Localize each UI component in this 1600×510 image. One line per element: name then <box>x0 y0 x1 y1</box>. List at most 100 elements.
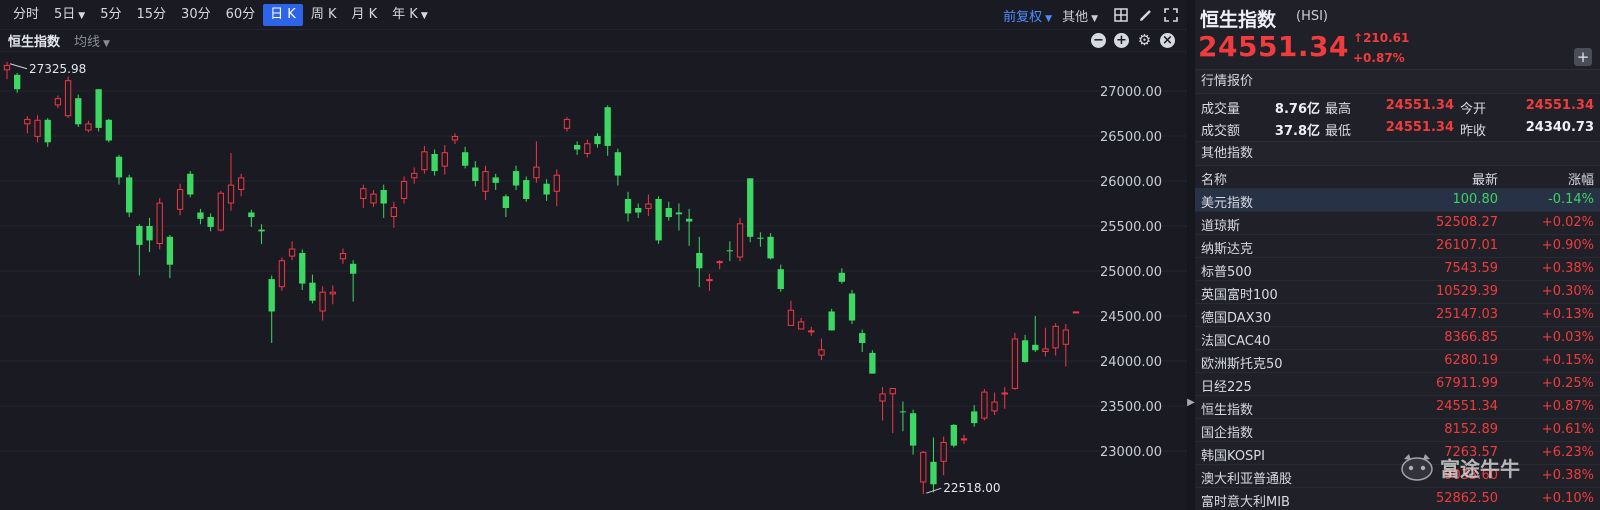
table-row[interactable]: 恒生指数 24551.34 +0.87% <box>1195 396 1600 419</box>
arrow-up-icon: ↑ <box>1353 31 1364 45</box>
candle-body <box>360 188 367 199</box>
index-change-cell: +0.87% <box>1541 399 1594 414</box>
candle-body <box>523 180 530 199</box>
tab-timeframe[interactable]: 5分 <box>93 4 128 26</box>
candle-body <box>665 208 672 217</box>
table-row[interactable]: 澳大利亚普通股 9033.60 +0.38% <box>1195 465 1600 488</box>
table-row[interactable]: 法国CAC40 8366.85 +0.03% <box>1195 327 1600 350</box>
y-tick-label: 26000.00 <box>1100 175 1162 190</box>
volume-value: 8.76亿 <box>1274 102 1320 117</box>
candle-body <box>706 279 713 282</box>
draw-pen-icon[interactable] <box>1137 6 1155 24</box>
candle-body <box>64 80 72 117</box>
index-last-cell: 52862.50 <box>1435 491 1498 506</box>
table-row[interactable]: 英国富时100 10529.39 +0.30% <box>1195 281 1600 304</box>
candle-body <box>543 183 550 195</box>
table-row[interactable]: 纳斯达克 26107.01 +0.90% <box>1195 235 1600 258</box>
tab-timeframe[interactable]: 5日 ▼ <box>47 4 92 26</box>
tab-timeframe[interactable]: 月 K <box>344 4 384 26</box>
tab-timeframe[interactable]: 日 K <box>263 3 303 26</box>
tab-timeframe[interactable]: 15分 <box>130 4 174 26</box>
candle-body <box>736 223 744 258</box>
index-last-cell: 8366.85 <box>1444 330 1498 345</box>
candle-body <box>533 166 540 179</box>
y-tick-label: 24500.00 <box>1100 310 1162 325</box>
adjust-dropdown[interactable]: 前复权 ▼ <box>1003 6 1052 25</box>
chart-pane: 分时 5日 ▼ 5分 15分 30分 60分日 K周 K月 K年 K ▼ 前复权 ▼ 其他 ▼ 恒… <box>0 0 1187 510</box>
zoom-in-icon[interactable]: + <box>1114 33 1129 48</box>
fullscreen-icon[interactable] <box>1162 6 1180 24</box>
ma-dropdown[interactable]: 均线 ▼ <box>74 31 110 50</box>
layout-icon[interactable] <box>1112 6 1130 24</box>
table-row[interactable]: 道琼斯 52508.27 +0.02% <box>1195 212 1600 235</box>
high-label: 最高 <box>1325 102 1352 117</box>
y-tick-label: 23000.00 <box>1100 445 1162 460</box>
candle-body <box>441 152 448 167</box>
candle-body <box>482 171 489 192</box>
candle-body <box>319 291 326 312</box>
low-marker-label: 22518.00 <box>943 481 1000 495</box>
settings-icon[interactable]: ⚙ <box>1137 33 1152 48</box>
candlestick-chart[interactable]: 27000.00 26500.00 26000.00 25500.00 25000.00… <box>0 52 1187 510</box>
candle-body <box>136 226 143 245</box>
open-value: 24551.34 <box>1525 98 1594 113</box>
index-change-cell: +0.10% <box>1541 491 1594 506</box>
add-watchlist-button[interactable]: + <box>1574 48 1592 66</box>
table-row[interactable]: 德国DAX30 25147.03 +0.13% <box>1195 304 1600 327</box>
candle-body <box>24 118 31 125</box>
candle-body <box>848 293 856 321</box>
candle-body <box>329 291 336 295</box>
candle-body <box>370 193 377 204</box>
candle-body <box>1072 311 1080 314</box>
table-row[interactable]: 日经225 67911.99 +0.25% <box>1195 373 1600 396</box>
collapse-handle-icon[interactable]: ▶ <box>1187 395 1195 411</box>
index-name-cell: 美元指数 <box>1201 196 1254 211</box>
index-name-cell: 国企指数 <box>1201 426 1254 441</box>
candle-body <box>95 89 102 128</box>
candle-body <box>126 177 133 213</box>
candle-body <box>1062 329 1069 345</box>
tab-timeframe[interactable]: 周 K <box>304 4 344 26</box>
candle-body <box>34 119 41 137</box>
chart-subbar: 恒生指数 均线 ▼ − + ⚙ × <box>0 30 1187 52</box>
y-tick-label: 24000.00 <box>1100 355 1162 370</box>
candle-body <box>105 119 112 141</box>
other-dropdown[interactable]: 其他 ▼ <box>1062 6 1098 25</box>
index-last-cell: 7543.59 <box>1444 261 1498 276</box>
candle-body <box>197 212 204 219</box>
candle-body <box>696 253 703 269</box>
table-row[interactable]: 国企指数 8152.89 +0.61% <box>1195 419 1600 442</box>
tab-label: 年 K <box>392 6 418 22</box>
table-row[interactable]: 欧洲斯托克50 6280.19 +0.15% <box>1195 350 1600 373</box>
candle-body <box>1001 392 1008 395</box>
tab-timeframe[interactable]: 年 K ▼ <box>385 4 435 26</box>
last-price: 24551.34 <box>1198 30 1350 63</box>
table-row[interactable]: 美元指数 100.80 -0.14% <box>1195 189 1600 212</box>
index-change-cell: -0.14% <box>1548 192 1594 207</box>
tab-timeframe[interactable]: 30分 <box>174 4 218 26</box>
zoom-out-icon[interactable]: − <box>1091 33 1106 48</box>
candle-body <box>278 260 286 288</box>
index-change-cell: +0.15% <box>1541 353 1594 368</box>
candle-body <box>217 192 224 231</box>
close-icon[interactable]: × <box>1160 33 1175 48</box>
candle-body <box>726 250 734 252</box>
quote-header: 恒生指数 (HSI) 24551.34 ↑210.61 +0.87% + <box>1195 0 1600 70</box>
futu-logo-icon <box>1401 454 1433 481</box>
index-code: (HSI) <box>1296 9 1329 24</box>
tab-timeframe[interactable]: 分时 <box>6 4 46 26</box>
candle-body <box>512 171 520 186</box>
table-row[interactable]: 韩国KOSPI 7263.57 +6.23% <box>1195 442 1600 465</box>
candle-body <box>349 263 357 274</box>
turnover-value: 37.8亿 <box>1274 124 1320 139</box>
candle-body <box>930 461 937 485</box>
table-row[interactable]: 富时意大利MIB 52862.50 +0.10% <box>1195 488 1600 510</box>
toolbar-right: 前复权 ▼ 其他 ▼ <box>1003 0 1187 30</box>
index-last-cell: 10529.39 <box>1435 284 1498 299</box>
watermark-text: 富途牛牛 <box>1440 456 1520 481</box>
tab-timeframe[interactable]: 60分 <box>219 4 263 26</box>
candle-body <box>869 352 876 374</box>
table-row[interactable]: 标普500 7543.59 +0.38% <box>1195 258 1600 281</box>
index-name-cell: 德国DAX30 <box>1201 311 1272 326</box>
candle-body <box>838 272 845 282</box>
